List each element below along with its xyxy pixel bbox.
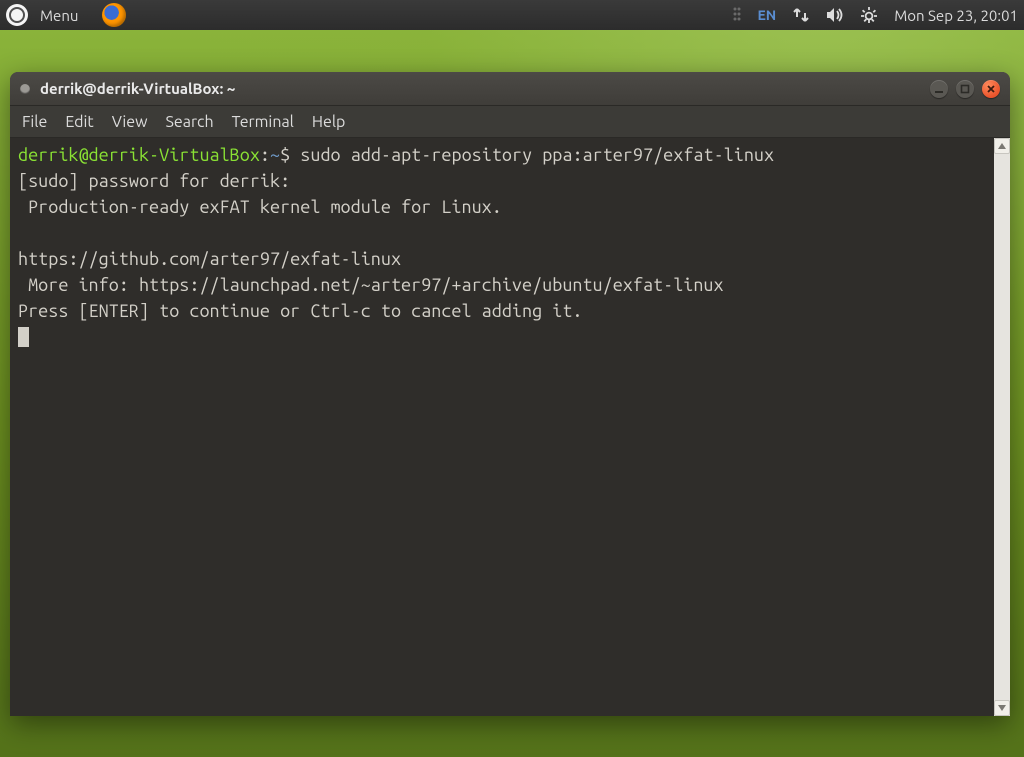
clock-datetime[interactable]: Mon Sep 23, 20:01 [894, 7, 1018, 24]
menu-search[interactable]: Search [166, 113, 214, 131]
desktop-background: derrik@derrik-VirtualBox: ~ File Edit Vi… [0, 30, 1024, 757]
out-line-4: https://github.com/arter97/exfat-linux [18, 249, 401, 269]
terminal-cursor [18, 327, 29, 347]
close-button[interactable] [982, 80, 1000, 98]
menu-button[interactable]: Menu [40, 7, 78, 24]
system-top-panel: Menu EN Mon Sep 23, 20:01 [0, 0, 1024, 30]
firefox-icon[interactable] [102, 3, 126, 27]
terminal-window: derrik@derrik-VirtualBox: ~ File Edit Vi… [10, 72, 1010, 716]
menu-terminal[interactable]: Terminal [232, 113, 294, 131]
terminal-body-wrap: derrik@derrik-VirtualBox:~$ sudo add-apt… [10, 138, 1010, 716]
app-indicator-icon [20, 84, 30, 94]
out-line-6: Press [ENTER] to continue or Ctrl-c to c… [18, 301, 582, 321]
scroll-up-button[interactable] [994, 138, 1010, 154]
notification-icon[interactable] [733, 6, 741, 25]
keyboard-layout-indicator[interactable]: EN [757, 7, 776, 23]
out-line-1: [sudo] password for derrik: [18, 171, 290, 191]
scroll-down-button[interactable] [994, 700, 1010, 716]
window-titlebar[interactable]: derrik@derrik-VirtualBox: ~ [10, 72, 1010, 106]
menu-file[interactable]: File [22, 113, 47, 131]
network-icon[interactable] [792, 7, 810, 23]
prompt-symbol: $ [280, 145, 290, 165]
prompt-path: ~ [270, 145, 280, 165]
ubuntu-logo-icon[interactable] [6, 4, 28, 26]
out-line-2: Production-ready exFAT kernel module for… [18, 197, 502, 217]
window-title: derrik@derrik-VirtualBox: ~ [40, 80, 920, 97]
maximize-button[interactable] [956, 80, 974, 98]
menu-edit[interactable]: Edit [65, 113, 93, 131]
prompt-userhost: derrik@derrik-VirtualBox [18, 145, 260, 165]
entered-command: sudo add-apt-repository ppa:arter97/exfa… [300, 145, 774, 165]
scrollbar-vertical[interactable] [994, 138, 1010, 716]
menu-help[interactable]: Help [312, 113, 346, 131]
top-panel-left: Menu [6, 3, 126, 27]
out-line-5: More info: https://launchpad.net/~arter9… [18, 275, 724, 295]
prompt-sep: : [260, 145, 270, 165]
menubar: File Edit View Search Terminal Help [10, 106, 1010, 138]
power-settings-icon[interactable] [860, 6, 878, 24]
top-panel-right: EN Mon Sep 23, 20:01 [733, 6, 1018, 25]
menu-view[interactable]: View [112, 113, 148, 131]
terminal-output[interactable]: derrik@derrik-VirtualBox:~$ sudo add-apt… [10, 138, 994, 716]
window-controls [930, 80, 1000, 98]
minimize-button[interactable] [930, 80, 948, 98]
volume-icon[interactable] [826, 7, 844, 23]
